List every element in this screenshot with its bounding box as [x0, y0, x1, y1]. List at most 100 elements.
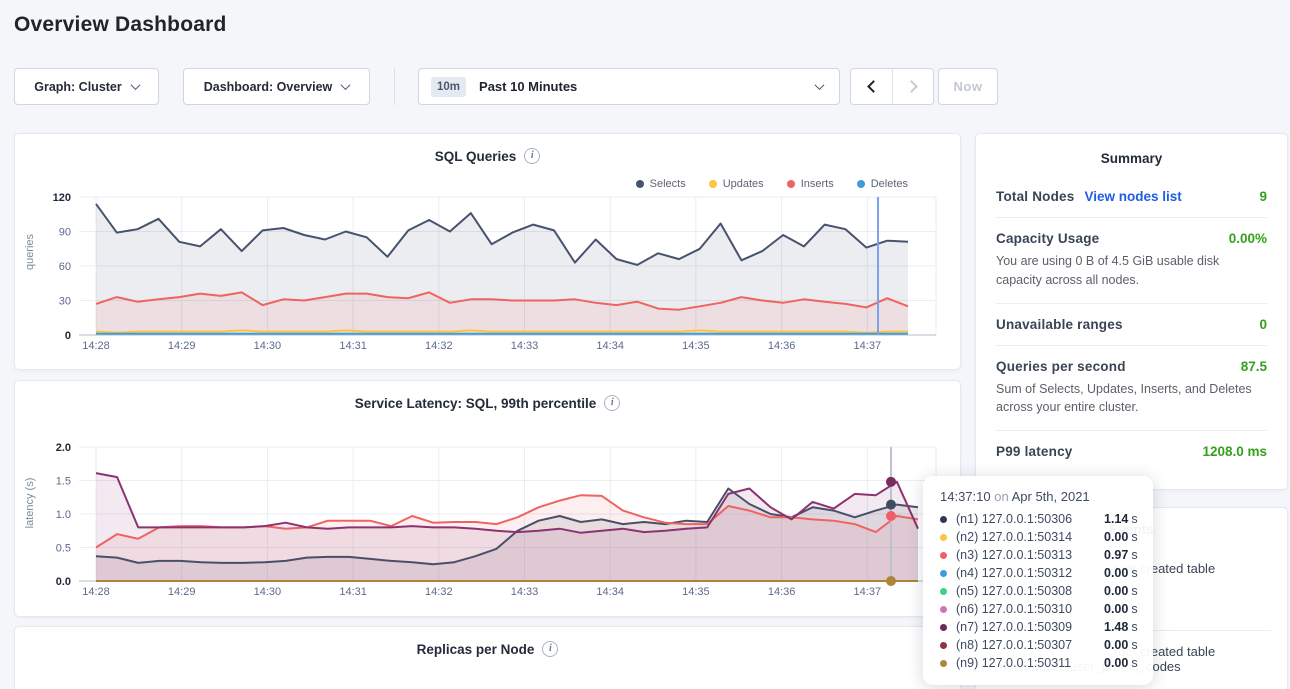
controls-divider — [394, 68, 395, 105]
sql-y-axis-label: queries — [24, 197, 36, 307]
legend-dot-icon — [857, 180, 865, 188]
total-nodes-value: 9 — [1259, 189, 1267, 204]
tooltip-node-unit: s — [1131, 656, 1137, 670]
tooltip-node-row: (n3) 127.0.0.1:503130.97s — [940, 546, 1153, 564]
tooltip-node-row: (n4) 127.0.0.1:503120.00s — [940, 564, 1153, 582]
sql-queries-chart[interactable]: 14:2814:2914:3014:3114:3214:3314:3414:35… — [15, 134, 962, 371]
tooltip-node-unit: s — [1131, 566, 1137, 580]
sql-queries-card: 14:2814:2914:3014:3114:3214:3314:3414:35… — [14, 133, 961, 370]
tooltip-node-row: (n2) 127.0.0.1:503140.00s — [940, 528, 1153, 546]
svg-text:0.5: 0.5 — [56, 543, 71, 555]
svg-text:14:28: 14:28 — [82, 586, 110, 598]
qps-description: Sum of Selects, Updates, Inserts, and De… — [996, 380, 1267, 418]
tooltip-node-address: (n9) 127.0.0.1:50311 — [956, 656, 1104, 670]
info-icon[interactable]: i — [524, 148, 540, 164]
tooltip-node-value: 0.97 — [1104, 548, 1128, 562]
replicas-chart-title: Replicas per Node — [417, 642, 535, 657]
node-color-dot-icon — [940, 570, 947, 577]
tooltip-node-address: (n1) 127.0.0.1:50306 — [956, 512, 1104, 526]
time-range-label: Past 10 Minutes — [479, 79, 577, 94]
svg-text:14:37: 14:37 — [854, 586, 882, 598]
legend-item-updates[interactable]: Updates — [709, 178, 764, 190]
svg-text:30: 30 — [59, 296, 71, 308]
svg-text:1.0: 1.0 — [56, 509, 71, 521]
svg-text:14:33: 14:33 — [511, 586, 539, 598]
sql-chart-legend: Selects Updates Inserts Deletes — [636, 178, 908, 190]
tooltip-node-address: (n6) 127.0.0.1:50310 — [956, 602, 1104, 616]
svg-text:14:32: 14:32 — [425, 340, 453, 352]
chevron-down-icon — [815, 80, 825, 90]
svg-text:14:34: 14:34 — [596, 586, 624, 598]
summary-row-p99: P99 latency 1208.0 ms — [996, 431, 1267, 472]
qps-label: Queries per second — [996, 359, 1126, 374]
tooltip-node-unit: s — [1131, 638, 1137, 652]
total-nodes-label: Total Nodes — [996, 189, 1074, 204]
info-icon[interactable]: i — [542, 641, 558, 657]
capacity-usage-label: Capacity Usage — [996, 231, 1099, 246]
tooltip-node-unit: s — [1131, 584, 1137, 598]
tooltip-node-value: 0.00 — [1104, 602, 1128, 616]
svg-text:14:36: 14:36 — [768, 340, 796, 352]
summary-row-capacity: Capacity Usage 0.00% You are using 0 B o… — [996, 218, 1267, 304]
qps-value: 87.5 — [1241, 359, 1267, 374]
summary-row-unavailable-ranges: Unavailable ranges 0 — [996, 304, 1267, 346]
tooltip-node-address: (n8) 127.0.0.1:50307 — [956, 638, 1104, 652]
svg-text:14:35: 14:35 — [682, 340, 710, 352]
latency-y-axis-label: latency (s) — [24, 448, 36, 558]
tooltip-node-value: 1.48 — [1104, 620, 1128, 634]
unavailable-ranges-label: Unavailable ranges — [996, 317, 1123, 332]
summary-title: Summary — [976, 134, 1287, 166]
summary-row-total-nodes: Total Nodes View nodes list 9 — [996, 176, 1267, 218]
info-icon[interactable]: i — [604, 395, 620, 411]
chevron-right-icon — [905, 80, 918, 93]
time-step-buttons — [850, 68, 934, 105]
svg-text:14:28: 14:28 — [82, 340, 110, 352]
svg-text:14:37: 14:37 — [854, 340, 882, 352]
tooltip-node-value: 0.00 — [1104, 530, 1128, 544]
tooltip-node-address: (n5) 127.0.0.1:50308 — [956, 584, 1104, 598]
legend-label: Inserts — [801, 178, 834, 190]
tooltip-timestamp: 14:37:10 on Apr 5th, 2021 — [940, 489, 1153, 504]
time-range-picker[interactable]: 10m Past 10 Minutes — [418, 68, 840, 105]
svg-text:1.5: 1.5 — [56, 476, 71, 488]
overview-dashboard-page: Overview Dashboard Graph: Cluster Dashbo… — [0, 0, 1290, 689]
svg-text:14:33: 14:33 — [511, 340, 539, 352]
graph-dropdown[interactable]: Graph: Cluster — [14, 68, 159, 105]
node-color-dot-icon — [940, 534, 947, 541]
svg-text:14:29: 14:29 — [168, 586, 196, 598]
tooltip-node-unit: s — [1131, 548, 1137, 562]
capacity-usage-description: You are using 0 B of 4.5 GiB usable disk… — [996, 252, 1267, 290]
legend-item-selects[interactable]: Selects — [636, 178, 686, 190]
legend-item-inserts[interactable]: Inserts — [787, 178, 834, 190]
chevron-left-icon — [867, 80, 880, 93]
svg-text:120: 120 — [53, 192, 71, 204]
summary-row-qps: Queries per second 87.5 Sum of Selects, … — [996, 346, 1267, 432]
p99-latency-value: 1208.0 ms — [1202, 444, 1267, 459]
svg-text:14:30: 14:30 — [254, 340, 282, 352]
tooltip-node-value: 0.00 — [1104, 656, 1128, 670]
capacity-usage-value: 0.00% — [1229, 231, 1267, 246]
view-nodes-list-link[interactable]: View nodes list — [1084, 189, 1181, 204]
legend-item-deletes[interactable]: Deletes — [857, 178, 908, 190]
tooltip-node-unit: s — [1131, 620, 1137, 634]
node-color-dot-icon — [940, 642, 947, 649]
time-next-button[interactable] — [892, 69, 933, 104]
svg-text:2.0: 2.0 — [56, 442, 71, 454]
tooltip-node-address: (n2) 127.0.0.1:50314 — [956, 530, 1104, 544]
now-button[interactable]: Now — [938, 68, 998, 105]
p99-latency-label: P99 latency — [996, 444, 1073, 459]
tooltip-node-value: 0.00 — [1104, 584, 1128, 598]
service-latency-chart[interactable]: 14:2814:2914:3014:3114:3214:3314:3414:35… — [15, 381, 962, 618]
node-color-dot-icon — [940, 660, 947, 667]
time-prev-button[interactable] — [851, 69, 892, 104]
sql-queries-chart-title: SQL Queries — [435, 149, 517, 164]
legend-dot-icon — [787, 180, 795, 188]
chevron-down-icon — [130, 80, 140, 90]
tooltip-node-address: (n4) 127.0.0.1:50312 — [956, 566, 1104, 580]
dashboard-dropdown[interactable]: Dashboard: Overview — [183, 68, 370, 105]
tooltip-node-row: (n1) 127.0.0.1:503061.14s — [940, 510, 1153, 528]
unavailable-ranges-value: 0 — [1259, 317, 1267, 332]
legend-dot-icon — [709, 180, 717, 188]
node-color-dot-icon — [940, 516, 947, 523]
legend-label: Deletes — [871, 178, 908, 190]
